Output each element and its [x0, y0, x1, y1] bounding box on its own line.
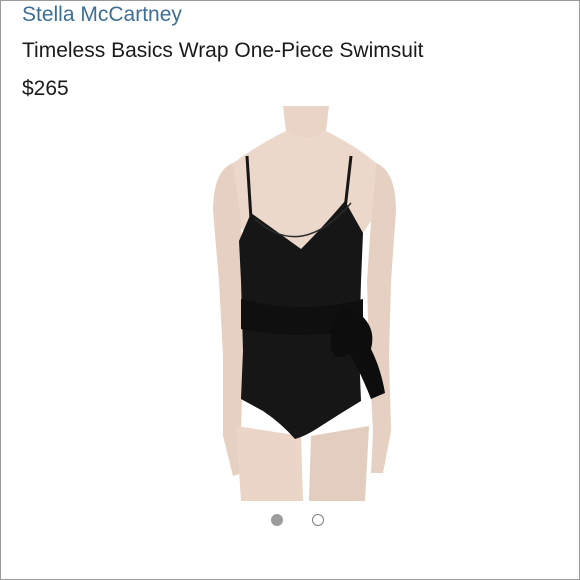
swimsuit-photo	[213, 106, 396, 501]
model-neck	[283, 106, 329, 139]
product-image[interactable]	[191, 101, 421, 501]
carousel-dot-1[interactable]	[271, 514, 283, 526]
carousel-dot-2[interactable]	[312, 514, 324, 526]
product-title: Timeless Basics Wrap One-Piece Swimsuit	[22, 39, 424, 62]
model-right-leg	[309, 426, 369, 501]
model-left-leg	[236, 426, 303, 501]
product-price: $265	[22, 77, 69, 100]
brand-link[interactable]: Stella McCartney	[22, 2, 182, 28]
carousel-indicators	[271, 514, 324, 526]
product-listing: Stella McCartney Timeless Basics Wrap On…	[0, 0, 580, 580]
